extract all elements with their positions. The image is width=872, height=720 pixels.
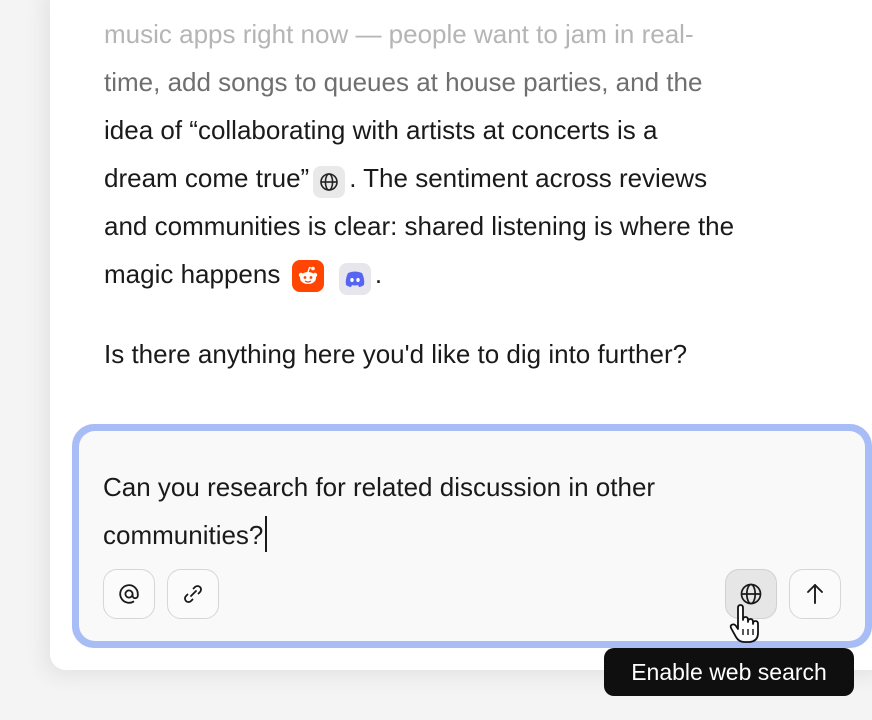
paperclip-icon [184,585,202,603]
message-line: music apps right now — people want to ja… [104,19,694,49]
arrow-up-icon [807,584,823,604]
globe-icon [740,583,762,605]
follow-up-question: Is there anything here you'd like to dig… [104,339,688,369]
message-line: and communities is clear: shared listeni… [104,211,735,241]
message-line: dream come true” . The sentiment across r… [104,154,844,202]
message-text: . [374,259,383,289]
message-line: time, add songs to queues at house parti… [104,67,703,97]
hand-pointer-cursor-icon [728,604,762,649]
message-text: . The sentiment across reviews [349,163,708,193]
web-search-tooltip: Enable web search [604,648,854,696]
composer-input-text: Can you research for related discussion … [103,472,656,550]
message-text: dream come true” [104,163,310,193]
composer-input[interactable]: Can you research for related discussion … [103,463,793,559]
mention-button[interactable] [103,569,155,619]
discord-icon[interactable] [338,263,371,295]
attach-button[interactable] [167,569,219,619]
assistant-message: music apps right now — people want to ja… [104,10,844,298]
web-source-globe-icon[interactable] [313,166,346,198]
message-line: idea of “collaborating with artists at c… [104,115,658,145]
text-caret [265,516,268,552]
at-sign-icon [119,584,139,604]
message-text: magic happens [104,259,281,289]
reddit-icon[interactable] [291,260,324,292]
message-line: magic happens . [104,250,844,298]
send-button[interactable] [789,569,841,619]
